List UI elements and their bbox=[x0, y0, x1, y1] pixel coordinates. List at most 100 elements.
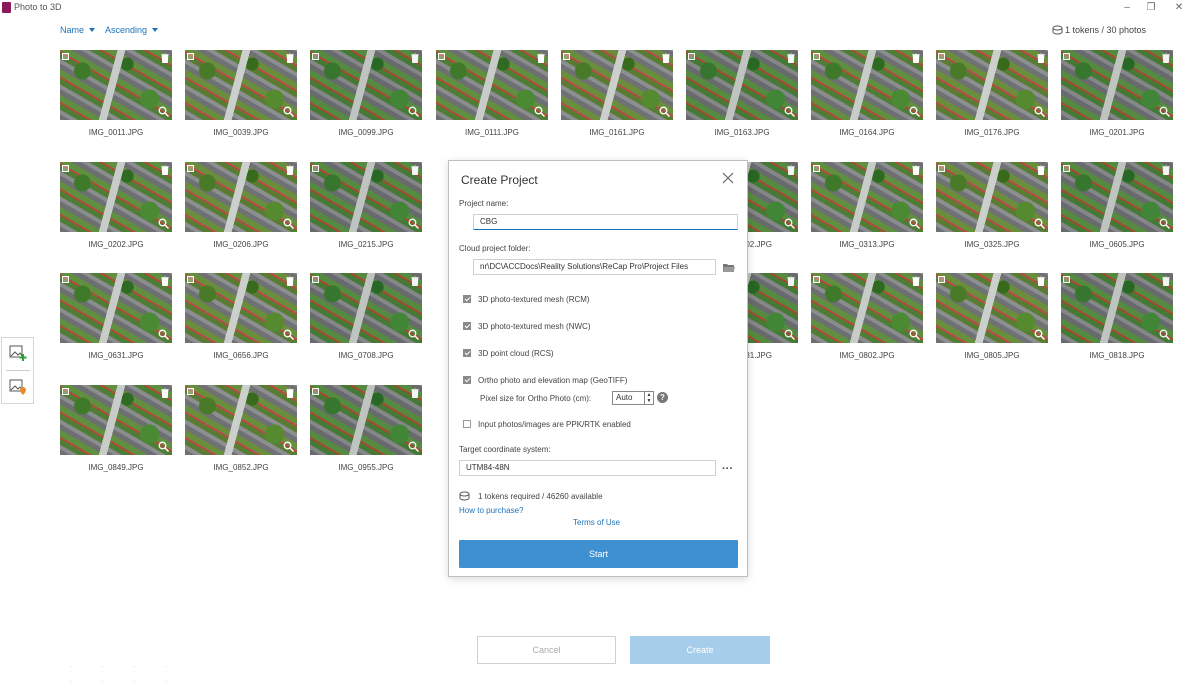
photo-tile[interactable]: IMG_0325.JPG bbox=[936, 162, 1048, 249]
minimize-icon[interactable]: – bbox=[1120, 1, 1134, 14]
select-checkbox[interactable] bbox=[813, 165, 820, 172]
start-button[interactable]: Start bbox=[459, 540, 738, 568]
select-checkbox[interactable] bbox=[813, 53, 820, 60]
option-rcs[interactable]: 3D point cloud (RCS) bbox=[463, 349, 554, 358]
delete-icon[interactable] bbox=[411, 165, 419, 175]
delete-icon[interactable] bbox=[1162, 276, 1170, 286]
photo-tile[interactable]: IMG_0039.JPG bbox=[185, 50, 297, 137]
delete-icon[interactable] bbox=[912, 165, 920, 175]
delete-icon[interactable] bbox=[912, 53, 920, 63]
delete-icon[interactable] bbox=[411, 276, 419, 286]
zoom-icon[interactable] bbox=[1159, 218, 1170, 229]
photo-tile[interactable]: IMG_0206.JPG bbox=[185, 162, 297, 249]
zoom-icon[interactable] bbox=[283, 329, 294, 340]
sort-order-dropdown[interactable]: Ascending bbox=[105, 25, 147, 35]
more-options-icon[interactable]: ··· bbox=[722, 463, 733, 475]
select-checkbox[interactable] bbox=[312, 53, 319, 60]
close-window-icon[interactable]: ✕ bbox=[1172, 1, 1186, 14]
delete-icon[interactable] bbox=[662, 53, 670, 63]
photo-thumbnail[interactable] bbox=[436, 50, 548, 120]
create-button[interactable]: Create bbox=[630, 636, 770, 664]
photo-tile[interactable]: IMG_0313.JPG bbox=[811, 162, 923, 249]
delete-icon[interactable] bbox=[286, 53, 294, 63]
select-checkbox[interactable] bbox=[1063, 276, 1070, 283]
photo-thumbnail[interactable] bbox=[310, 162, 422, 232]
delete-icon[interactable] bbox=[1037, 53, 1045, 63]
select-checkbox[interactable] bbox=[1063, 53, 1070, 60]
photo-thumbnail[interactable] bbox=[185, 50, 297, 120]
select-checkbox[interactable] bbox=[938, 165, 945, 172]
project-name-input[interactable]: CBG bbox=[473, 214, 738, 230]
sort-field-dropdown[interactable]: Name bbox=[60, 25, 84, 35]
delete-icon[interactable] bbox=[1037, 165, 1045, 175]
photo-tile[interactable]: IMG_0099.JPG bbox=[310, 50, 422, 137]
photo-tile[interactable]: IMG_0111.JPG bbox=[436, 50, 548, 137]
photo-thumbnail[interactable] bbox=[1061, 162, 1173, 232]
photo-thumbnail[interactable] bbox=[60, 385, 172, 455]
delete-icon[interactable] bbox=[411, 388, 419, 398]
photo-thumbnail[interactable] bbox=[310, 50, 422, 120]
checkbox[interactable] bbox=[463, 349, 471, 357]
option-geotiff[interactable]: Ortho photo and elevation map (GeoTIFF) bbox=[463, 376, 627, 385]
checkbox[interactable] bbox=[463, 322, 471, 330]
select-checkbox[interactable] bbox=[187, 388, 194, 395]
zoom-icon[interactable] bbox=[1159, 106, 1170, 117]
select-checkbox[interactable] bbox=[62, 276, 69, 283]
photo-thumbnail[interactable] bbox=[60, 273, 172, 343]
checkbox[interactable] bbox=[463, 420, 471, 428]
zoom-icon[interactable] bbox=[408, 218, 419, 229]
photo-tile[interactable]: IMG_0849.JPG bbox=[60, 385, 172, 472]
photo-tile[interactable]: IMG_0605.JPG bbox=[1061, 162, 1173, 249]
photo-thumbnail[interactable] bbox=[811, 162, 923, 232]
select-checkbox[interactable] bbox=[1063, 165, 1070, 172]
folder-browse-icon[interactable] bbox=[723, 263, 735, 272]
photo-tile[interactable]: IMG_0802.JPG bbox=[811, 273, 923, 360]
select-checkbox[interactable] bbox=[312, 388, 319, 395]
zoom-icon[interactable] bbox=[158, 218, 169, 229]
close-icon[interactable] bbox=[722, 172, 734, 184]
photo-thumbnail[interactable] bbox=[561, 50, 673, 120]
chevron-down-icon[interactable] bbox=[89, 28, 96, 32]
delete-icon[interactable] bbox=[1162, 165, 1170, 175]
photo-thumbnail[interactable] bbox=[310, 273, 422, 343]
photo-tile[interactable]: IMG_0176.JPG bbox=[936, 50, 1048, 137]
zoom-icon[interactable] bbox=[784, 329, 795, 340]
chevron-down-icon[interactable] bbox=[152, 28, 159, 32]
zoom-icon[interactable] bbox=[659, 106, 670, 117]
delete-icon[interactable] bbox=[286, 165, 294, 175]
select-checkbox[interactable] bbox=[187, 53, 194, 60]
photo-tile[interactable]: IMG_0656.JPG bbox=[185, 273, 297, 360]
photo-thumbnail[interactable] bbox=[811, 50, 923, 120]
select-checkbox[interactable] bbox=[312, 165, 319, 172]
select-checkbox[interactable] bbox=[62, 388, 69, 395]
photo-tile[interactable]: IMG_0818.JPG bbox=[1061, 273, 1173, 360]
zoom-icon[interactable] bbox=[1159, 329, 1170, 340]
pixel-size-spinner[interactable]: Auto ▲ ▼ bbox=[612, 391, 654, 405]
photo-thumbnail[interactable] bbox=[936, 50, 1048, 120]
photo-thumbnail[interactable] bbox=[60, 50, 172, 120]
delete-icon[interactable] bbox=[161, 53, 169, 63]
terms-of-use-link[interactable]: Terms of Use bbox=[573, 518, 620, 527]
option-rcm[interactable]: 3D photo-textured mesh (RCM) bbox=[463, 295, 590, 304]
select-checkbox[interactable] bbox=[62, 53, 69, 60]
photo-thumbnail[interactable] bbox=[185, 162, 297, 232]
add-photos-icon[interactable] bbox=[9, 344, 27, 362]
photo-tile[interactable]: IMG_0215.JPG bbox=[310, 162, 422, 249]
photo-thumbnail[interactable] bbox=[310, 385, 422, 455]
photo-tile[interactable]: IMG_0161.JPG bbox=[561, 50, 673, 137]
delete-icon[interactable] bbox=[537, 53, 545, 63]
how-to-purchase-link[interactable]: How to purchase? bbox=[459, 506, 523, 515]
photo-tile[interactable]: IMG_0163.JPG bbox=[686, 50, 798, 137]
zoom-icon[interactable] bbox=[784, 106, 795, 117]
zoom-icon[interactable] bbox=[1034, 106, 1045, 117]
delete-icon[interactable] bbox=[286, 388, 294, 398]
zoom-icon[interactable] bbox=[158, 329, 169, 340]
geolocation-photos-icon[interactable] bbox=[9, 378, 27, 396]
photo-thumbnail[interactable] bbox=[686, 50, 798, 120]
delete-icon[interactable] bbox=[787, 276, 795, 286]
photo-tile[interactable]: IMG_0852.JPG bbox=[185, 385, 297, 472]
select-checkbox[interactable] bbox=[312, 276, 319, 283]
checkbox[interactable] bbox=[463, 295, 471, 303]
zoom-icon[interactable] bbox=[1034, 329, 1045, 340]
zoom-icon[interactable] bbox=[283, 106, 294, 117]
